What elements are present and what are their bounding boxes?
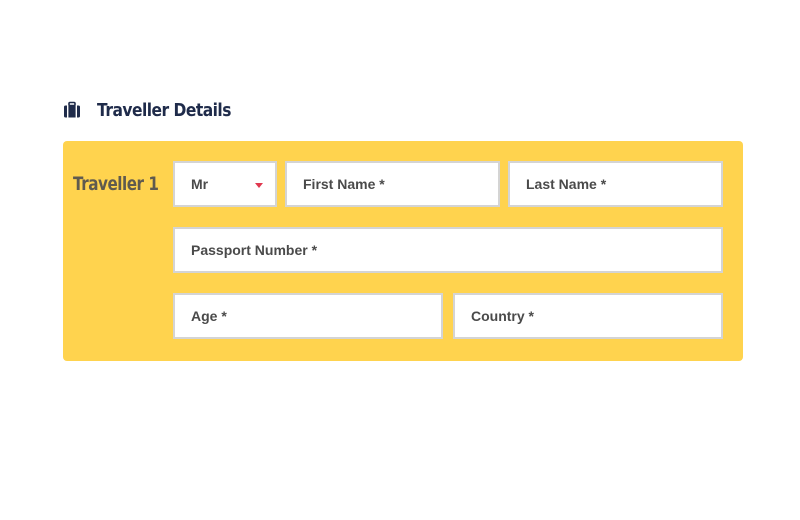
title-select-value: Mr: [191, 176, 209, 192]
section-header: Traveller Details: [63, 96, 253, 124]
title-select[interactable]: Mr: [173, 161, 277, 207]
last-name-input[interactable]: [526, 163, 705, 205]
traveller-label: Traveller 1: [73, 173, 159, 195]
passport-number-input[interactable]: [191, 229, 705, 271]
traveller-panel: Traveller 1 Mr: [63, 141, 743, 361]
country-field[interactable]: [453, 293, 723, 339]
first-name-input[interactable]: [303, 163, 482, 205]
page: Traveller Details Traveller 1 Mr: [0, 0, 800, 520]
section-title: Traveller Details: [97, 99, 231, 121]
last-name-field[interactable]: [508, 161, 723, 207]
suitcase-icon: [64, 101, 80, 118]
country-input[interactable]: [471, 295, 705, 337]
first-name-field[interactable]: [285, 161, 500, 207]
age-input[interactable]: [191, 295, 425, 337]
age-field[interactable]: [173, 293, 443, 339]
chevron-down-icon: [255, 182, 263, 188]
passport-number-field[interactable]: [173, 227, 723, 273]
